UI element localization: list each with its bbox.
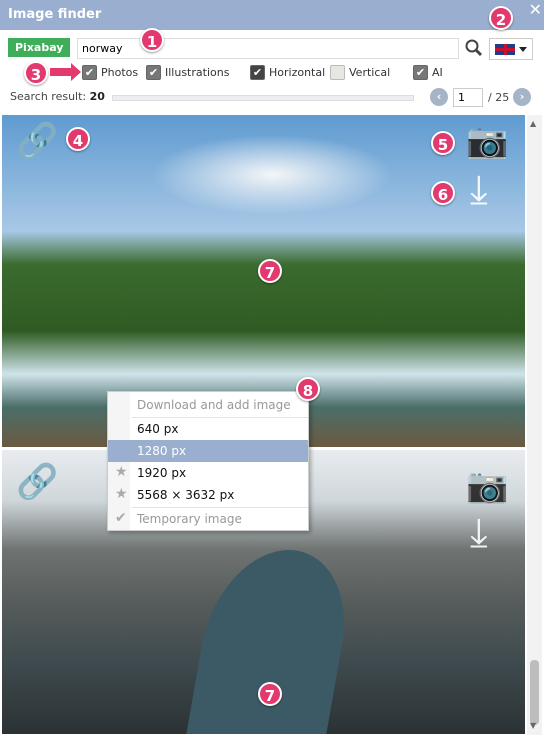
close-icon[interactable]: ✕ [529, 0, 542, 19]
callout-badge: 3 [24, 61, 48, 85]
download-context-menu: Download and add image 640 px 1280 px ★ 1… [107, 391, 309, 531]
check-icon: ✔ [115, 510, 127, 526]
scroll-up-icon[interactable]: ▲ [530, 119, 536, 128]
prev-page-button[interactable]: ‹ [430, 88, 448, 106]
menu-item-1920[interactable]: ★ 1920 px [108, 462, 308, 484]
page-total: / 25 [488, 91, 510, 104]
filter-horizontal[interactable]: ✔ Horizontal [250, 65, 325, 80]
star-icon: ★ [115, 464, 128, 480]
source-label[interactable]: Pixabay [8, 38, 71, 57]
search-input[interactable] [77, 38, 459, 59]
camera-icon[interactable]: 📷 [466, 466, 508, 506]
search-icon[interactable] [464, 38, 484, 58]
scroll-down-icon[interactable]: ▼ [530, 721, 536, 730]
menu-item-original[interactable]: ★ 5568 × 3632 px [108, 484, 308, 506]
search-result: Search result: 20 [10, 90, 105, 103]
callout-arrow [50, 63, 81, 81]
link-icon[interactable]: 🔗 [16, 121, 58, 161]
scrollbar-thumb[interactable] [530, 660, 539, 725]
filter-vertical[interactable]: ✔Vertical [330, 65, 390, 80]
menu-header: Download and add image [137, 398, 291, 412]
scrollbar[interactable]: ▲ ▼ [527, 115, 542, 735]
link-icon[interactable]: 🔗 [16, 462, 58, 502]
callout-badge: 6 [431, 181, 455, 205]
filter-ai[interactable]: ✔ AI [413, 65, 443, 80]
menu-item-temporary[interactable]: ✔ Temporary image [108, 508, 308, 530]
uk-flag-icon [495, 44, 515, 55]
camera-icon[interactable]: 📷 [466, 121, 508, 161]
filter-photos[interactable]: ✔ Photos [82, 65, 138, 80]
progress-bar [112, 95, 414, 101]
title-bar: Image finder [0, 0, 544, 30]
callout-badge: 7 [258, 682, 282, 706]
callout-badge: 7 [258, 259, 282, 283]
callout-badge: 1 [140, 28, 164, 52]
chevron-down-icon [519, 47, 527, 56]
callout-badge: 5 [431, 131, 455, 155]
callout-badge: 8 [296, 377, 320, 401]
window-title: Image finder [8, 7, 102, 22]
page-input[interactable] [453, 88, 483, 107]
filter-illustrations[interactable]: ✔ Illustrations [146, 65, 229, 80]
download-icon[interactable]: ⤓ [470, 167, 488, 213]
menu-item-640[interactable]: 640 px [108, 418, 308, 440]
menu-item-1280[interactable]: 1280 px [108, 440, 308, 462]
callout-badge: 4 [66, 127, 90, 151]
download-icon[interactable]: ⤓ [470, 510, 488, 556]
next-page-button[interactable]: › [513, 88, 531, 106]
language-dropdown[interactable] [489, 38, 533, 60]
star-icon: ★ [115, 486, 128, 502]
callout-badge: 2 [489, 6, 513, 30]
